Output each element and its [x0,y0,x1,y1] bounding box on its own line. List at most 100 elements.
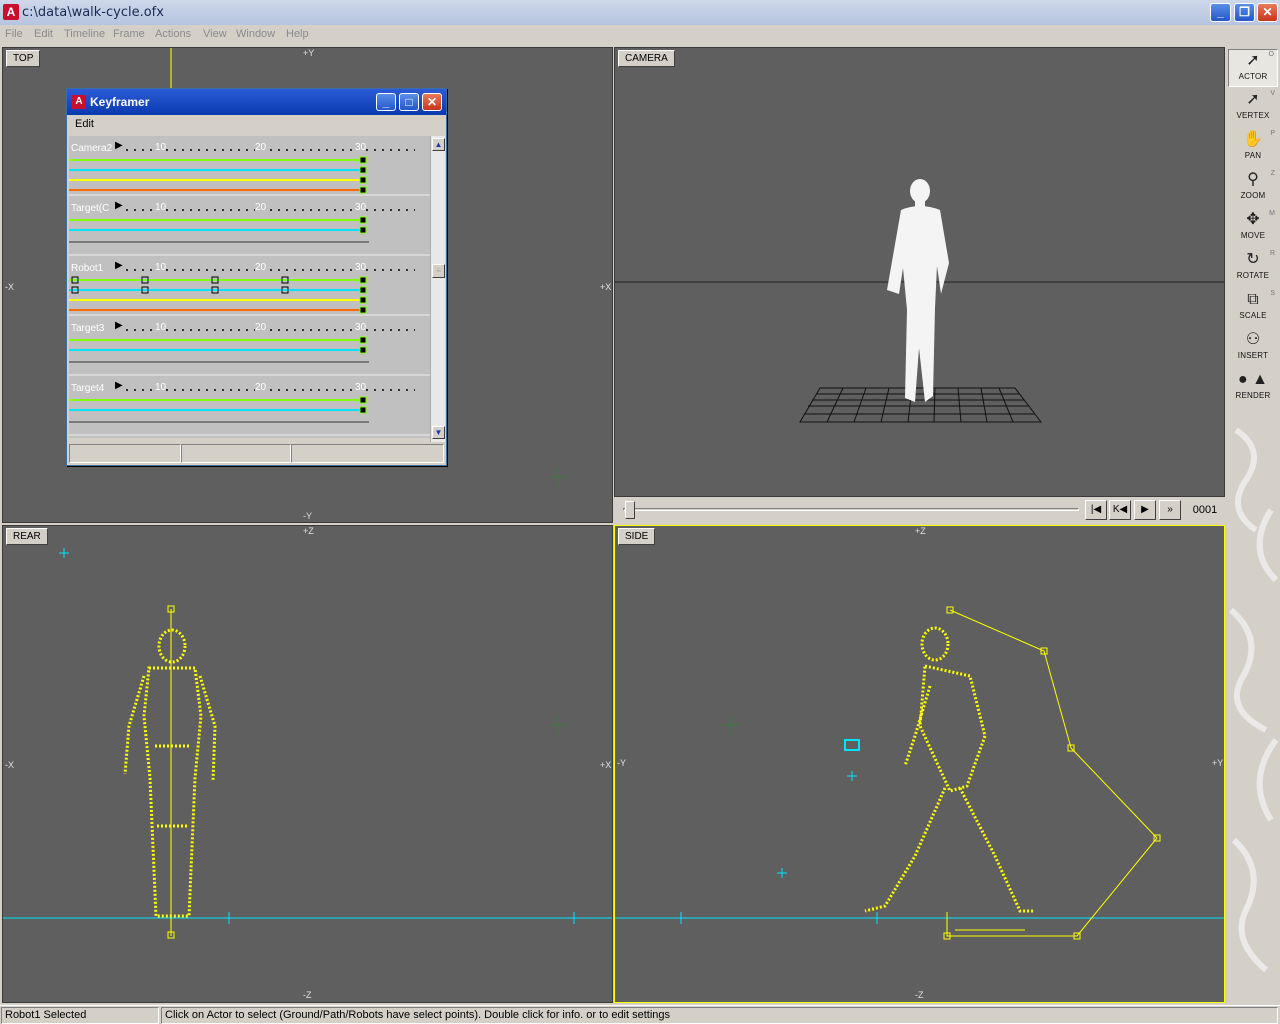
track-expand-icon[interactable]: ▶ [115,380,123,391]
scroll-down-icon[interactable]: ▼ [432,426,445,439]
tool-label: ROTATE [1236,271,1270,280]
window-title: c:\data\walk-cycle.ofx [22,5,164,20]
play-button[interactable]: ▶ [1134,500,1156,520]
tool-zoom[interactable]: Z ⚲ ZOOM [1228,169,1278,207]
tool-render[interactable]: ● ▲ RENDER [1228,369,1278,407]
tool-vertex[interactable]: V ➚ VERTEX [1228,89,1278,127]
viewport-label-top[interactable]: TOP [6,50,41,67]
track-expand-icon[interactable]: ▶ [115,260,123,271]
axis-label: +Z [915,526,926,536]
keyframer-menu-edit[interactable]: Edit [75,118,94,130]
rear-viewport-canvas [3,548,612,939]
tool-label: ZOOM [1240,191,1266,200]
tick-label: 20 [255,202,267,213]
insert-icon: ⚇ [1245,331,1261,348]
tool-move[interactable]: M ✥ MOVE [1228,209,1278,247]
close-button[interactable]: ✕ [1257,3,1278,22]
menu-help[interactable]: Help [286,28,309,40]
tool-pan[interactable]: P ✋ PAN [1228,129,1278,167]
scroll-thumb[interactable]: ≡ [432,264,445,278]
axis-label: -Y [617,758,626,768]
axis-label: -Y [303,511,312,521]
status-pane [291,444,444,463]
menu-actions[interactable]: Actions [155,28,191,40]
tick-label: 10 [155,142,167,153]
first-frame-button[interactable]: |◀ [1085,500,1107,520]
keyframer-scrollbar[interactable]: ▲ ≡ ▼ [430,136,445,442]
axis-label: -Z [915,990,924,1000]
tick-label: 30 [355,142,367,153]
tick-label: 20 [255,142,267,153]
track-expand-icon[interactable]: ▶ [115,320,123,331]
side-viewport[interactable]: SIDE +Z -Z -Y +Y [614,525,1225,1003]
track-name[interactable]: Target(C [71,203,109,214]
maximize-button[interactable]: ❐ [1234,3,1255,22]
timeline-slider-thumb[interactable] [625,501,635,519]
scroll-up-icon[interactable]: ▲ [432,138,445,151]
side-viewport-canvas [615,606,1224,940]
menu-timeline[interactable]: Timeline [64,28,105,40]
track-name[interactable]: Target3 [71,323,104,334]
tick-label: 20 [255,382,267,393]
tool-label: INSERT [1237,351,1269,360]
viewport-label-side[interactable]: SIDE [618,528,656,545]
shortcut-key: R [1269,250,1275,257]
menu-file[interactable]: File [5,28,23,40]
track-expand-icon[interactable]: ▶ [115,200,123,211]
timeline-slider-track[interactable] [623,508,1079,511]
actor-figure [123,628,217,918]
app-icon: A [72,95,86,109]
selection-status: Robot1 Selected [1,1007,159,1024]
keyframer-maximize-button[interactable]: □ [399,93,419,111]
menu-frame[interactable]: Frame [113,28,145,40]
camera-viewport[interactable]: CAMERA [614,47,1225,497]
tool-scale[interactable]: S ⧉ SCALE [1228,289,1278,327]
menu-bar: File Edit Timeline Frame Actions View Wi… [0,25,1280,45]
track-name[interactable]: Robot1 [71,263,103,274]
frame-number: 0001 [1192,504,1218,516]
tick-label: 30 [355,382,367,393]
tick-label: 20 [255,322,267,333]
camera-marker [844,739,860,751]
fast-forward-button[interactable]: » [1159,500,1181,520]
tool-label: ACTOR [1238,72,1268,81]
tick-label: 10 [155,382,167,393]
tool-rotate[interactable]: R ↻ ROTATE [1228,249,1278,287]
keyframer-close-button[interactable]: ✕ [422,93,442,111]
axis-label: +X [600,760,612,770]
keyframer-minimize-button[interactable]: _ [376,93,396,111]
shortcut-key: O [1268,51,1274,58]
axis-label: +X [600,282,612,292]
viewport-label-rear[interactable]: REAR [6,528,48,545]
track-name[interactable]: Target4 [71,383,104,394]
keyframer-track-canvas [69,148,430,436]
tool-label: VERTEX [1236,111,1270,120]
menu-view[interactable]: View [203,28,227,40]
viewport-label-camera[interactable]: CAMERA [618,50,675,67]
menu-window[interactable]: Window [236,28,275,40]
tool-actor[interactable]: O ➚ ACTOR [1228,49,1278,87]
tick-label: 10 [155,322,167,333]
axis-label: +Y [303,48,315,58]
track-name[interactable]: Camera2 [71,143,112,154]
menu-edit[interactable]: Edit [34,28,53,40]
app-icon: A [3,4,19,20]
tick-label: 30 [355,262,367,273]
track-expand-icon[interactable]: ▶ [115,140,123,151]
prev-key-button[interactable]: K◀ [1109,500,1131,520]
minimize-button[interactable]: _ [1210,3,1231,22]
window-title-bar: A c:\data\walk-cycle.ofx _ ❐ ✕ [0,0,1280,25]
shortcut-key: M [1269,210,1275,217]
tool-label: RENDER [1235,391,1271,400]
shortcut-key: V [1270,90,1275,97]
keyframer-menu: Edit [67,116,446,134]
tick-label: 10 [155,262,167,273]
render-icon: ● ▲ [1238,371,1268,388]
tool-insert[interactable]: ⚇ INSERT [1228,329,1278,367]
tick-label: 30 [355,322,367,333]
keyframer-window[interactable]: A Keyframer _ □ ✕ Edit Camera2 Target(C … [66,88,447,466]
keyframer-title-bar[interactable]: A Keyframer _ □ ✕ [67,89,446,115]
shortcut-key: S [1270,290,1275,297]
axis-label: +Z [303,526,314,536]
rear-viewport[interactable]: REAR +Z -Z -X +X [2,525,613,1003]
